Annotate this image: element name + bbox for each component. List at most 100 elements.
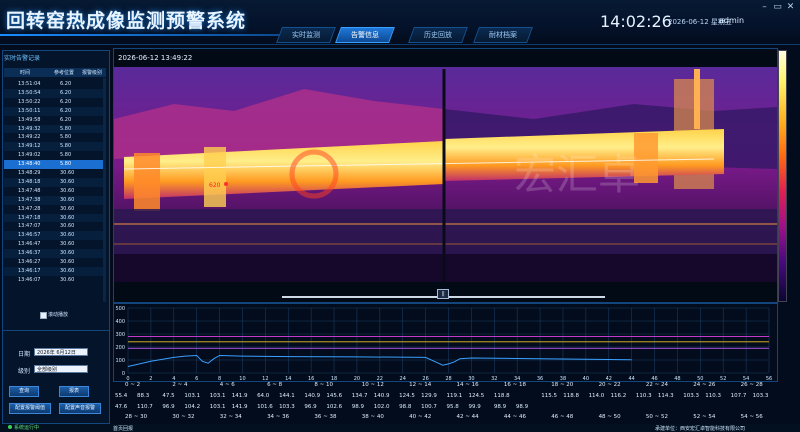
segment-max-value: 103.1 bbox=[209, 393, 226, 399]
alarm-position: 30.60 bbox=[60, 170, 75, 176]
alarm-time: 13:48:29 bbox=[18, 170, 41, 176]
segment-max-value: 129.9 bbox=[421, 393, 437, 399]
segment-avg-value: 100.7 bbox=[421, 404, 437, 410]
temperature-chart: 0 100 200 300 400 500 0 2 4 6 8 10 12 14 16 18 20 22 24 26 2… bbox=[113, 303, 778, 382]
tab-alarm-info[interactable]: 告警信息 bbox=[335, 27, 395, 43]
tab-refractory-archive[interactable]: 耐材档案 bbox=[473, 27, 533, 43]
alarm-row[interactable]: 13:46:27 30.60 bbox=[4, 258, 106, 267]
segment-max-value: 115.5 bbox=[541, 393, 557, 399]
alarm-position: 30.60 bbox=[60, 205, 75, 212]
alarm-time: 13:46:47 bbox=[18, 241, 41, 248]
segment-avg-value: 47.6 bbox=[115, 404, 128, 410]
alarm-position: 30.60 bbox=[60, 232, 75, 239]
alarm-row[interactable]: 13:48:40 5.80 bbox=[4, 160, 106, 169]
alarm-row[interactable]: 13:47:48 30.60 bbox=[4, 187, 106, 196]
alarm-time: 13:49:12 bbox=[18, 143, 41, 150]
home-link[interactable]: 首页回报 bbox=[113, 425, 133, 432]
segment-range-lower: 28 ~ 30 bbox=[125, 414, 148, 420]
maximize-icon[interactable]: ▭ bbox=[773, 3, 782, 12]
alarm-row[interactable]: 13:49:58 6.20 bbox=[4, 116, 106, 125]
clock: 14:02:26 bbox=[600, 12, 672, 31]
alarm-position: 6.20 bbox=[60, 107, 72, 114]
chart-svg: 01002003004005000 2 4 6 8 10 12 14 16 18 20 22 24 26 2… bbox=[115, 306, 772, 382]
alarm-time: 13:47:28 bbox=[18, 205, 41, 212]
segment-range: 8 ~ 10 bbox=[314, 382, 334, 388]
segment-range: 26 ~ 28 bbox=[740, 382, 763, 388]
user-name[interactable]: admin bbox=[719, 16, 744, 25]
alarm-row[interactable]: 13:49:12 5.80 bbox=[4, 142, 106, 152]
sound-alarm-button[interactable]: 配置声音报警 bbox=[59, 403, 101, 414]
segment-max-value: 103.1 bbox=[184, 393, 201, 399]
alarm-position: 30.60 bbox=[60, 276, 75, 283]
thermal-viewer: 620 宏汇卓 bbox=[113, 48, 778, 303]
autoscroll-checkbox[interactable] bbox=[40, 312, 47, 319]
segment-range-lower: 30 ~ 32 bbox=[172, 414, 195, 420]
segment-max-value: 145.6 bbox=[326, 393, 343, 399]
alarm-time: 13:46:57 bbox=[18, 232, 41, 239]
alarm-row[interactable]: 13:46:57 30.60 bbox=[4, 231, 106, 241]
alarm-position: 5.80 bbox=[60, 125, 72, 132]
segment-range: 12 ~ 14 bbox=[409, 382, 432, 388]
segment-range: 16 ~ 18 bbox=[503, 382, 526, 388]
segment-range-lower: 50 ~ 52 bbox=[645, 414, 669, 420]
y-tick-label: 0 bbox=[122, 371, 125, 377]
alarm-table-header: 时间 参考位置 报警级别 bbox=[4, 68, 106, 77]
alarm-row[interactable]: 13:46:37 30.60 bbox=[4, 249, 106, 258]
alarm-position: 6.20 bbox=[60, 89, 72, 96]
segment-avg-value: 104.2 bbox=[184, 404, 201, 410]
close-icon[interactable]: ✕ bbox=[786, 3, 795, 12]
pause-button[interactable]: || bbox=[437, 289, 449, 299]
alarm-time: 13:47:07 bbox=[18, 223, 41, 230]
segment-max-value: 124.5 bbox=[468, 393, 485, 399]
query-button[interactable]: 查询 bbox=[9, 386, 39, 397]
alarm-row[interactable]: 13:51:04 6.20 bbox=[4, 80, 106, 89]
status-indicator bbox=[8, 425, 12, 429]
alarm-row[interactable]: 13:50:22 6.20 bbox=[4, 98, 106, 107]
y-tick-label: 100 bbox=[115, 358, 125, 364]
alarm-row[interactable]: 13:46:47 30.60 bbox=[4, 240, 106, 249]
alarm-row[interactable]: 13:49:02 5.80 bbox=[4, 151, 106, 160]
segment-avg-value: 95.8 bbox=[446, 404, 459, 410]
level-select[interactable]: 全部级别 bbox=[34, 365, 88, 373]
alarm-row[interactable]: 13:50:54 6.20 bbox=[4, 88, 106, 98]
alarm-time: 13:49:58 bbox=[18, 116, 41, 123]
alarm-time: 13:48:40 bbox=[18, 161, 41, 168]
alarm-row[interactable]: 13:49:22 5.80 bbox=[4, 133, 106, 142]
alarm-row[interactable]: 13:47:38 30.60 bbox=[4, 195, 106, 205]
thermal-timestamp: 2026-06-12 13:49:22 bbox=[118, 54, 193, 62]
alarm-row[interactable]: 13:49:32 5.80 bbox=[4, 124, 106, 134]
alarm-threshold-button[interactable]: 配置报警阈值 bbox=[9, 403, 51, 414]
minimize-icon[interactable]: – bbox=[760, 3, 769, 12]
alarm-row[interactable]: 13:48:29 30.60 bbox=[4, 169, 106, 178]
segment-max-value: 114.3 bbox=[657, 393, 674, 399]
segment-avg-value: 102.6 bbox=[326, 404, 343, 410]
tab-history-playback[interactable]: 历史回放 bbox=[408, 27, 468, 43]
alarm-row[interactable]: 13:47:18 30.60 bbox=[4, 213, 106, 223]
segment-range-lower: 52 ~ 54 bbox=[693, 414, 716, 420]
report-button[interactable]: 报表 bbox=[59, 386, 89, 397]
segment-max-value: 141.9 bbox=[231, 393, 248, 399]
alarm-position: 30.60 bbox=[60, 241, 75, 248]
tab-realtime-monitor[interactable]: 实时监测 bbox=[276, 27, 336, 43]
alarm-time: 13:47:18 bbox=[18, 214, 41, 221]
alarm-scrollbar[interactable] bbox=[103, 78, 106, 302]
date-picker[interactable]: 2026年 6月12日 bbox=[34, 348, 88, 356]
segment-max-value: 103.3 bbox=[683, 393, 700, 399]
segment-range-lower: 40 ~ 42 bbox=[409, 414, 432, 420]
y-tick-label: 200 bbox=[115, 345, 125, 351]
segment-max-value: 88.3 bbox=[137, 393, 150, 399]
segment-avg-value: 98.9 bbox=[351, 404, 365, 410]
segment-temperature-table: 0 ~ 2 2 ~ 4 4 ~ 6 6 ~ 8 8 ~ 10 10 ~ 12 12 ~ 14… bbox=[113, 380, 776, 424]
segment-avg-value: 98.9 bbox=[515, 404, 529, 410]
alarm-row[interactable]: 13:47:28 30.60 bbox=[4, 205, 106, 214]
segment-avg-value: 98.8 bbox=[399, 404, 412, 410]
alarm-row[interactable]: 13:47:07 30.60 bbox=[4, 222, 106, 231]
alarm-row[interactable]: 13:50:11 6.20 bbox=[4, 106, 106, 116]
alarm-row[interactable]: 13:46:07 30.60 bbox=[4, 276, 106, 285]
col-position: 参考位置 bbox=[54, 70, 75, 76]
segment-max-value: 64.0 bbox=[257, 393, 270, 399]
alarm-position: 30.60 bbox=[60, 187, 75, 194]
alarm-row[interactable]: 13:48:18 30.60 bbox=[4, 177, 106, 187]
alarm-row[interactable]: 13:46:17 30.60 bbox=[4, 266, 106, 276]
segment-max-value: 144.1 bbox=[279, 393, 295, 399]
